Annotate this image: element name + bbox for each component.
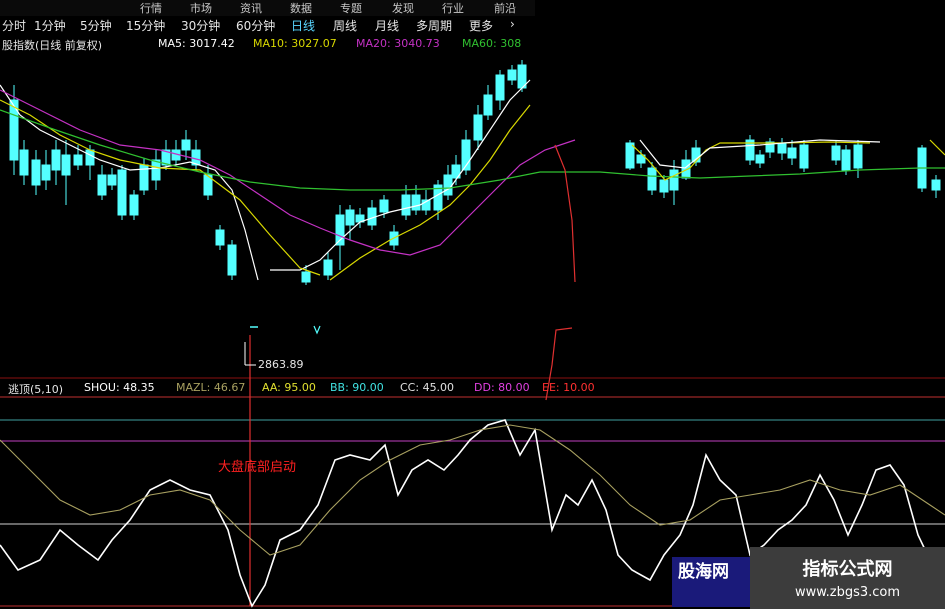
ma10-line-2 — [329, 104, 531, 281]
candle-body — [73, 154, 83, 166]
candle-body — [19, 149, 29, 176]
candle-body — [85, 149, 95, 166]
candle-body — [401, 194, 411, 216]
menu-shichang[interactable]: 市场 — [190, 0, 212, 16]
tab-daily[interactable]: 日线 — [291, 17, 315, 33]
ma60-value: MA60: 308 — [462, 37, 522, 50]
indicator-name: 逃顶(5,10) — [8, 383, 64, 396]
aa-value: AA: 95.00 — [262, 381, 316, 394]
tab-fenshi[interactable]: 分时 — [2, 17, 26, 33]
candle-body — [129, 194, 139, 216]
candle-body — [669, 169, 679, 191]
candle-body — [507, 69, 517, 81]
candle-body — [227, 244, 237, 276]
menu-zixun[interactable]: 资讯 — [240, 0, 262, 16]
period-toolbar: 分时 1分钟 5分钟 15分钟 30分钟 60分钟 日线 周线 月线 多周期 更… — [0, 16, 535, 33]
candle-body — [443, 174, 453, 196]
index-title: 股指数(日线 前复权) — [2, 39, 103, 52]
candle-body — [411, 194, 421, 211]
mazl-value: MAZL: 46.67 — [176, 381, 246, 394]
tab-30min[interactable]: 30分钟 — [181, 17, 220, 33]
candle-body — [473, 114, 483, 141]
chart-area[interactable] — [0, 0, 945, 609]
candle-body — [301, 271, 311, 283]
menu-shuju[interactable]: 数据 — [290, 0, 312, 16]
candle-body — [831, 145, 841, 161]
menu-qianyan[interactable]: 前沿 — [494, 0, 516, 16]
candle-body — [61, 154, 71, 176]
candle-body — [659, 179, 669, 193]
chevron-right-icon[interactable]: › — [510, 17, 515, 31]
ma5-value: MA5: 3017.42 — [158, 37, 235, 50]
candle-body — [647, 167, 657, 191]
ma10-line-4 — [929, 139, 945, 156]
ee-value: EE: 10.00 — [542, 381, 595, 394]
menu-hangye[interactable]: 行业 — [442, 0, 464, 16]
candle-body — [931, 179, 941, 191]
ma10-value: MA10: 3027.07 — [253, 37, 337, 50]
candle-body — [483, 94, 493, 116]
tab-60min[interactable]: 60分钟 — [236, 17, 275, 33]
tab-monthly[interactable]: 月线 — [375, 17, 399, 33]
dd-value: DD: 80.00 — [474, 381, 530, 394]
candle-body — [799, 144, 809, 169]
shou-value: SHOU: 48.35 — [84, 381, 155, 394]
candle-body — [495, 74, 505, 101]
candle-body — [41, 164, 51, 181]
candle-body — [777, 142, 787, 154]
candle-body — [181, 139, 191, 151]
candle-body — [323, 259, 333, 276]
tab-15min[interactable]: 15分钟 — [126, 17, 165, 33]
candle-body — [97, 174, 107, 196]
tab-weekly[interactable]: 周线 — [333, 17, 357, 33]
low-price-label: 2863.89 — [258, 358, 304, 371]
tab-multi-period[interactable]: 多周期 — [416, 17, 452, 33]
high-marker-v — [313, 325, 321, 335]
tab-1min[interactable]: 1分钟 — [34, 17, 66, 33]
candle-body — [755, 154, 765, 164]
bottom-signal-label: 大盘底部启动 — [218, 460, 297, 475]
tab-5min[interactable]: 5分钟 — [80, 17, 112, 33]
candle-body — [107, 174, 117, 186]
candle-body — [841, 149, 851, 171]
menu-hangqing[interactable]: 行情 — [140, 0, 162, 16]
candle-body — [215, 229, 225, 246]
menu-faxian[interactable]: 发现 — [392, 0, 414, 16]
watermark-guhai: 股海网 — [672, 557, 750, 607]
candle-body — [345, 209, 355, 226]
cc-value: CC: 45.00 — [400, 381, 455, 394]
candle-body — [379, 199, 389, 213]
ma10-line — [0, 99, 321, 276]
mazl-line — [0, 424, 945, 556]
bb-value: BB: 90.00 — [330, 381, 384, 394]
candle-body — [51, 149, 61, 171]
menu-zhuanti[interactable]: 专题 — [340, 0, 362, 16]
candle-body — [853, 144, 863, 169]
candle-body — [787, 147, 797, 159]
candle-body — [31, 159, 41, 186]
candle-body — [117, 169, 127, 216]
candle-body — [151, 159, 161, 181]
signal-curve-top — [554, 144, 576, 283]
watermark-guhai-title: 股海网 — [678, 562, 729, 582]
watermark-zbgs: 指标公式网 www.zbgs3.com — [750, 547, 945, 609]
tab-more[interactable]: 更多 — [469, 17, 493, 33]
candle-body — [625, 142, 635, 169]
ma20-value: MA20: 3040.73 — [356, 37, 440, 50]
watermark-zbgs-url: www.zbgs3.com — [794, 585, 901, 600]
watermark-zbgs-title: 指标公式网 — [802, 559, 893, 580]
